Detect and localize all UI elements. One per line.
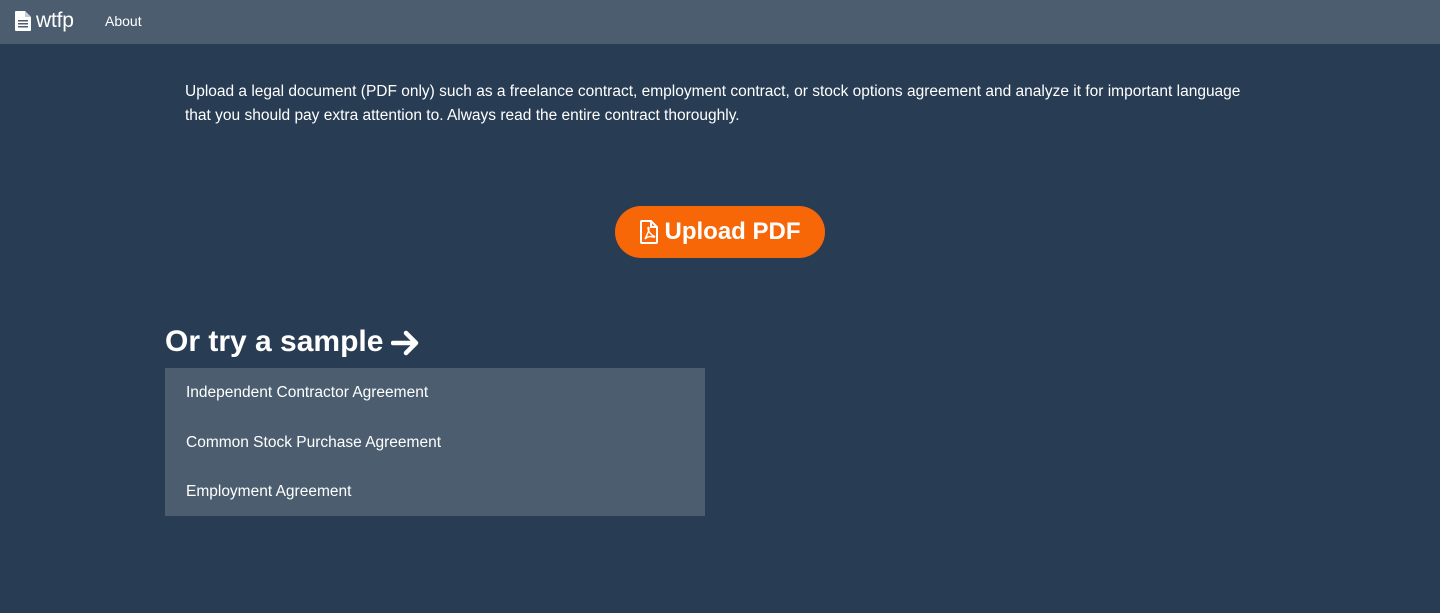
arrow-right-icon (391, 328, 421, 356)
brand-name: wtfp (36, 9, 74, 32)
brand-logo-link[interactable]: wtfp (15, 10, 74, 32)
sample-item-common-stock-purchase[interactable]: Common Stock Purchase Agreement (165, 418, 705, 467)
nav-link-about[interactable]: About (105, 13, 142, 30)
document-icon (15, 11, 31, 31)
intro-description: Upload a legal document (PDF only) such … (185, 83, 1241, 124)
sample-list: Independent Contractor Agreement Common … (165, 368, 705, 516)
sample-item-independent-contractor[interactable]: Independent Contractor Agreement (165, 368, 705, 418)
sample-heading-text: Or try a sample (165, 325, 384, 358)
upload-pdf-button[interactable]: Upload PDF (615, 206, 825, 258)
upload-button-label: Upload PDF (664, 218, 801, 245)
sample-item-employment[interactable]: Employment Agreement (165, 467, 705, 516)
top-navbar: wtfp About (0, 0, 1440, 44)
sample-heading: Or try a sample (165, 322, 421, 362)
pdf-file-icon (639, 220, 658, 244)
